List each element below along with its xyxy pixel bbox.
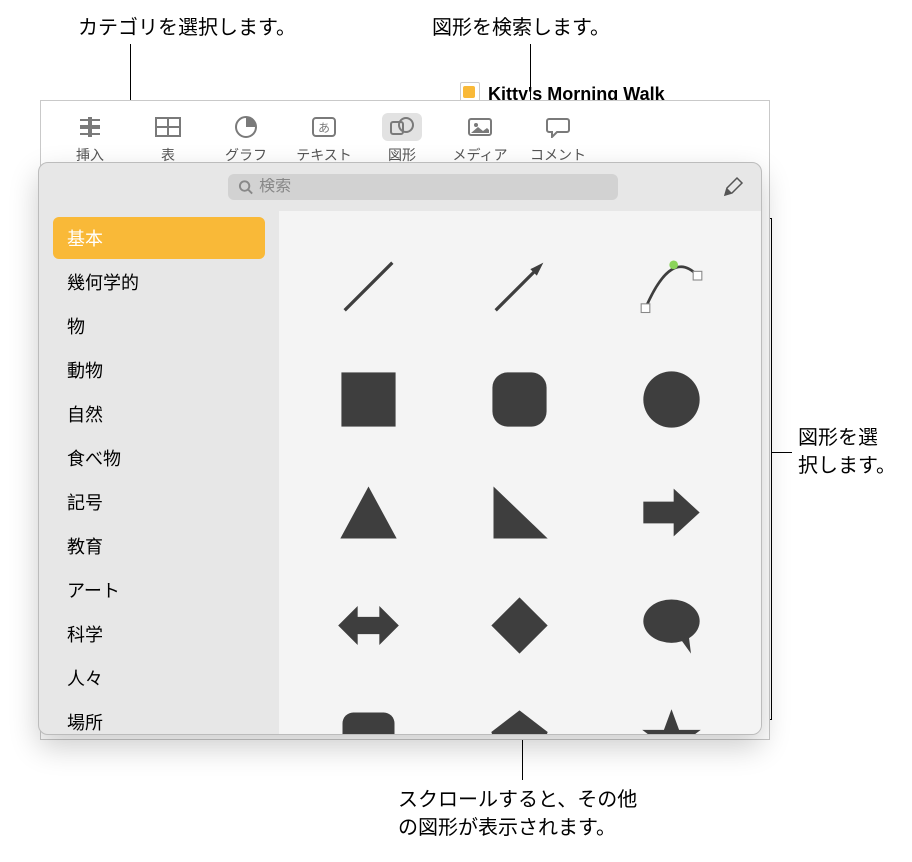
popover-body: 基本幾何学的物動物自然食べ物記号教育アート科学人々場所活動 [39, 211, 761, 734]
category-item[interactable]: 教育 [53, 525, 265, 567]
search-input[interactable] [259, 178, 608, 196]
text-icon: あ [304, 113, 344, 141]
toolbar-comment[interactable]: コメント [523, 113, 593, 165]
category-item[interactable]: 記号 [53, 481, 265, 523]
insert-icon [70, 113, 110, 141]
toolbar-chart[interactable]: グラフ [211, 113, 281, 165]
shape-pentagon[interactable] [482, 701, 557, 734]
shape-arrow-bidir[interactable] [331, 588, 406, 663]
table-icon [148, 113, 188, 141]
category-item[interactable]: 食べ物 [53, 437, 265, 479]
callout-scroll: スクロールすると、その他 の図形が表示されます。 [398, 786, 637, 842]
search-field[interactable] [228, 174, 618, 200]
toolbar-shape[interactable]: 図形 [367, 113, 437, 165]
draw-shape-button[interactable] [719, 173, 747, 201]
shape-square[interactable] [331, 362, 406, 437]
toolbar: 挿入 表 グラフ あ テキスト 図形 [41, 101, 769, 171]
shape-right-triangle[interactable] [482, 475, 557, 550]
shape-speech-bubble[interactable] [634, 588, 709, 663]
svg-text:あ: あ [318, 121, 330, 135]
shape-circle[interactable] [634, 362, 709, 437]
callout-search: 図形を検索します。 [432, 14, 610, 42]
category-item[interactable]: アート [53, 569, 265, 611]
category-item[interactable]: 幾何学的 [53, 261, 265, 303]
shape-arrow-right[interactable] [634, 475, 709, 550]
category-item[interactable]: 科学 [53, 613, 265, 655]
shape-grid[interactable] [279, 211, 761, 734]
category-sidebar[interactable]: 基本幾何学的物動物自然食べ物記号教育アート科学人々場所活動 [39, 211, 279, 734]
shape-arrow-line[interactable] [482, 249, 557, 324]
callout-select-line [772, 452, 792, 453]
comment-icon [538, 113, 578, 141]
toolbar-text[interactable]: あ テキスト [289, 113, 359, 165]
shape-callout-rect[interactable] [331, 701, 406, 734]
chart-icon [226, 113, 266, 141]
callout-category: カテゴリを選択します。 [78, 14, 296, 42]
toolbar-table[interactable]: 表 [133, 113, 203, 165]
category-item[interactable]: 自然 [53, 393, 265, 435]
category-item[interactable]: 物 [53, 305, 265, 347]
callout-select: 図形を選 択します。 [798, 424, 896, 480]
category-item[interactable]: 動物 [53, 349, 265, 391]
shapes-popover: 基本幾何学的物動物自然食べ物記号教育アート科学人々場所活動 [38, 162, 762, 735]
shape-icon [382, 113, 422, 141]
shape-line[interactable] [331, 249, 406, 324]
shape-star[interactable] [634, 701, 709, 734]
pen-icon [722, 176, 744, 198]
category-item[interactable]: 基本 [53, 217, 265, 259]
shape-triangle[interactable] [331, 475, 406, 550]
shape-bezier[interactable] [634, 249, 709, 324]
toolbar-media[interactable]: メディア [445, 113, 515, 165]
search-icon [238, 179, 253, 195]
media-icon [460, 113, 500, 141]
toolbar-insert[interactable]: 挿入 [55, 113, 125, 165]
category-item[interactable]: 人々 [53, 657, 265, 699]
shape-diamond[interactable] [482, 588, 557, 663]
shape-rounded-square[interactable] [482, 362, 557, 437]
popover-header [39, 163, 761, 211]
category-item[interactable]: 場所 [53, 701, 265, 734]
